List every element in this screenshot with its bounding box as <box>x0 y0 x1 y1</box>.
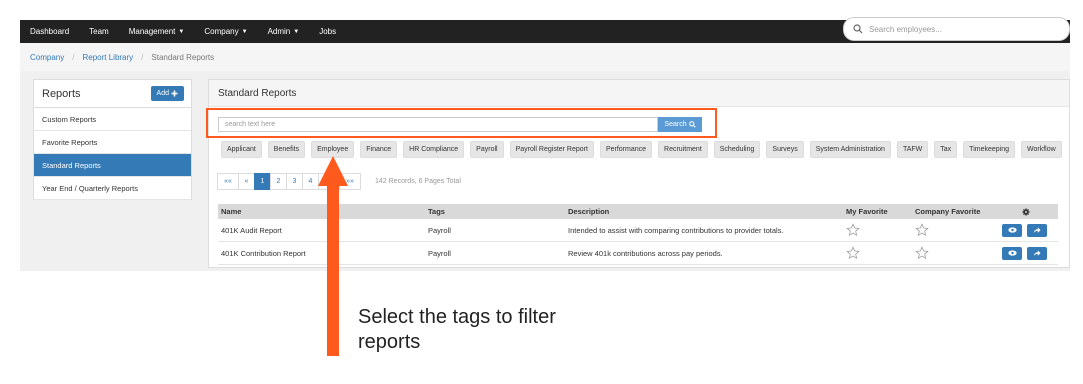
view-report-button[interactable] <box>1002 219 1022 241</box>
tag-filter-button[interactable]: HR Compliance <box>403 141 465 158</box>
nav-item-company[interactable]: Company ▼ <box>194 20 257 43</box>
page-number-button[interactable]: 1 <box>254 173 271 190</box>
page-number-button[interactable]: 4 <box>302 173 319 190</box>
tag-filter-button[interactable]: Timekeeping <box>963 141 1015 158</box>
report-description: Intended to assist with comparing contri… <box>568 225 784 235</box>
nav-item-team[interactable]: Team <box>79 20 119 43</box>
tag-filter-button[interactable]: Finance <box>360 141 398 158</box>
view-report-button[interactable] <box>1002 242 1022 264</box>
caret-down-icon: ▼ <box>241 28 248 35</box>
sidebar-item[interactable]: Custom Reports <box>34 108 191 131</box>
gear-icon[interactable] <box>1022 204 1030 219</box>
arrow-up-icon <box>318 156 348 356</box>
sidebar-header: Reports Add <box>34 80 191 108</box>
report-tags: Payroll <box>428 248 451 258</box>
sidebar-item[interactable]: Standard Reports <box>34 154 191 177</box>
col-my-favorite[interactable]: My Favorite <box>846 204 888 219</box>
col-company-favorite[interactable]: Company Favorite <box>915 204 980 219</box>
page-number-button[interactable]: 2 <box>270 173 287 190</box>
breadcrumb-current: Standard Reports <box>151 52 215 62</box>
share-report-button[interactable] <box>1027 242 1047 264</box>
tag-filter-button[interactable]: Workflow <box>1021 141 1062 158</box>
breadcrumb-company[interactable]: Company <box>30 53 64 62</box>
tag-filter-button[interactable]: System Administration <box>809 141 891 158</box>
nav-item-label: Management <box>128 27 176 36</box>
caret-down-icon: ▼ <box>293 28 300 35</box>
top-navbar: Dashboard Team Management ▼ Company ▼ Admin ▼ Jo… <box>20 17 1070 43</box>
share-icon <box>1027 223 1047 237</box>
nav-item-jobs[interactable]: Jobs <box>309 20 346 43</box>
search-highlight-box <box>206 108 717 138</box>
breadcrumb-report-library[interactable]: Report Library <box>82 53 133 62</box>
report-tags: Payroll <box>428 225 451 235</box>
nav-item-dashboard[interactable]: Dashboard <box>20 20 79 43</box>
tag-filter-button[interactable]: Tax <box>934 141 958 158</box>
main-nav: Dashboard Team Management ▼ Company ▼ Admin ▼ Jo… <box>20 20 346 43</box>
caret-down-icon: ▼ <box>178 28 185 35</box>
breadcrumb-separator: / <box>72 52 75 62</box>
my-favorite-star-icon[interactable] <box>846 242 860 264</box>
nav-item-admin[interactable]: Admin ▼ <box>258 20 310 43</box>
eye-icon <box>1002 246 1022 260</box>
page-prev-button[interactable]: « <box>238 173 255 190</box>
tag-filter-button[interactable]: TAFW <box>896 141 929 158</box>
share-report-button[interactable] <box>1027 219 1047 241</box>
report-name: 401K Audit Report <box>221 225 282 235</box>
company-favorite-star-icon[interactable] <box>915 219 929 241</box>
report-name: 401K Contribution Report <box>221 248 306 258</box>
tag-filter-button[interactable]: Surveys <box>766 141 804 158</box>
nav-item-label: Team <box>89 27 109 36</box>
my-favorite-star-icon[interactable] <box>846 219 860 241</box>
nav-item-label: Admin <box>267 27 291 36</box>
page-number-button[interactable]: 3 <box>286 173 303 190</box>
company-favorite-star-icon[interactable] <box>915 242 929 264</box>
eye-icon <box>1002 223 1022 237</box>
search-icon <box>853 24 863 34</box>
tag-filter-button[interactable]: Recruitment <box>658 141 708 158</box>
sidebar-item[interactable]: Favorite Reports <box>34 131 191 154</box>
records-count: 142 Records, 6 Pages Total <box>375 178 461 185</box>
page-first-button[interactable]: «« <box>217 173 239 190</box>
sidebar-title: Reports <box>42 87 81 100</box>
tag-filter-button[interactable]: Performance <box>599 141 653 158</box>
report-description: Review 401k contributions across pay per… <box>568 248 723 258</box>
share-icon <box>1027 246 1047 260</box>
add-report-button[interactable]: Add <box>150 86 184 101</box>
nav-item-label: Company <box>204 27 239 36</box>
nav-item-label: Jobs <box>319 27 337 36</box>
plus-icon <box>171 90 178 97</box>
col-name[interactable]: Name <box>221 204 241 219</box>
tag-filter-button[interactable]: Scheduling <box>713 141 761 158</box>
annotation-text: Select the tags to filter reports <box>358 306 556 353</box>
breadcrumb-separator: / <box>141 52 144 62</box>
nav-item-management[interactable]: Management ▼ <box>119 20 195 43</box>
panel-title: Standard Reports <box>209 80 1069 107</box>
nav-item-label: Dashboard <box>30 27 70 36</box>
tag-filter-button[interactable]: Payroll Register Report <box>509 141 594 158</box>
employee-search[interactable]: Search employees... <box>843 17 1070 41</box>
add-label: Add <box>156 90 169 97</box>
col-description[interactable]: Description <box>568 204 609 219</box>
tag-filter-button[interactable]: Applicant <box>221 141 262 158</box>
reports-sidebar: Reports Add Custom Reports Favorite Repor… <box>33 79 192 200</box>
breadcrumb: Company / Report Library / Standard Repo… <box>20 43 1070 71</box>
tag-filter-button[interactable]: Benefits <box>267 141 306 158</box>
sidebar-item[interactable]: Year End / Quarterly Reports <box>34 177 191 200</box>
col-tags[interactable]: Tags <box>428 204 445 219</box>
employee-search-placeholder: Search employees... <box>869 24 942 34</box>
tag-filter-button[interactable]: Payroll <box>470 141 504 158</box>
